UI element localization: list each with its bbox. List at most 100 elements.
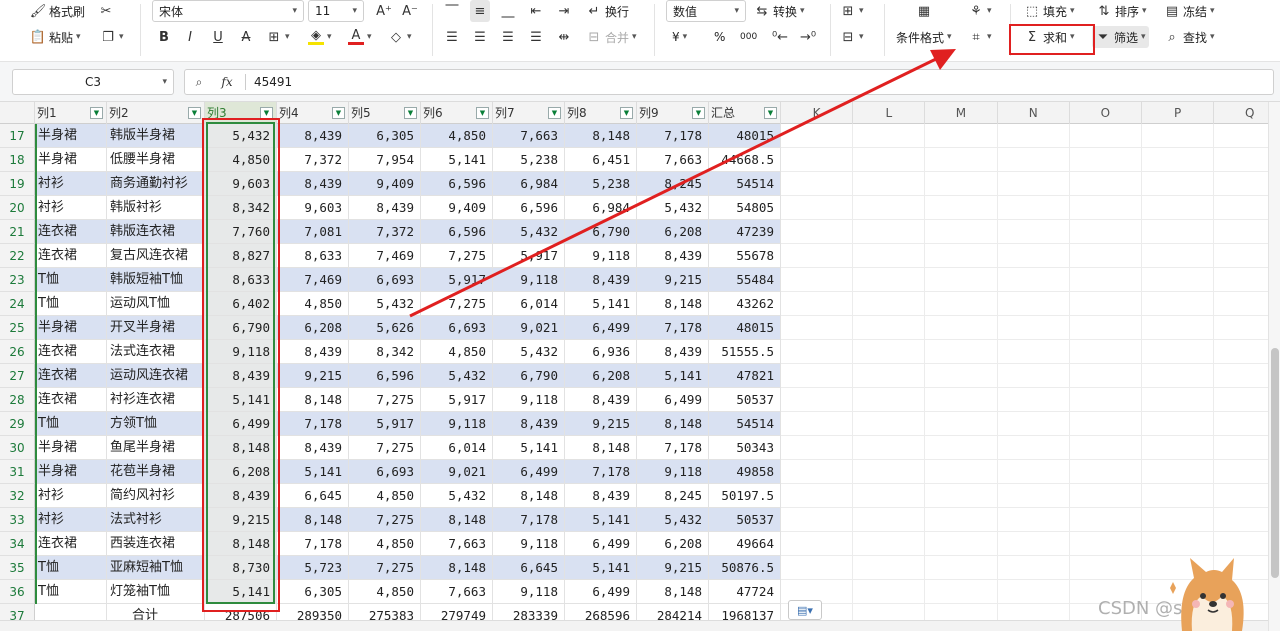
- empty-cell[interactable]: [1214, 388, 1268, 412]
- value-cell[interactable]: 8,148: [637, 292, 709, 316]
- empty-cell[interactable]: [1142, 412, 1215, 436]
- row-header[interactable]: 30: [0, 436, 35, 460]
- empty-cell[interactable]: [853, 244, 926, 268]
- column-letter-o[interactable]: O: [1070, 102, 1142, 124]
- value-cell[interactable]: 5,432: [349, 292, 421, 316]
- value-cell[interactable]: 5,432: [637, 196, 709, 220]
- empty-cell[interactable]: [1214, 460, 1268, 484]
- scroll-thumb[interactable]: [1271, 348, 1279, 578]
- value-cell[interactable]: 8,245: [637, 484, 709, 508]
- value-cell[interactable]: 4,850: [349, 580, 421, 604]
- empty-cell[interactable]: [853, 364, 926, 388]
- copy-button[interactable]: ❐ ▾: [100, 26, 123, 48]
- empty-cell[interactable]: [1069, 388, 1142, 412]
- empty-cell[interactable]: [1142, 460, 1215, 484]
- empty-cell[interactable]: [1214, 412, 1268, 436]
- product-cell[interactable]: 方领T恤: [107, 412, 205, 436]
- value-cell[interactable]: 6,596: [421, 172, 493, 196]
- category-cell[interactable]: 半身裙: [35, 148, 107, 172]
- empty-cell[interactable]: [1142, 484, 1215, 508]
- value-cell[interactable]: 5,141: [493, 436, 565, 460]
- filter-dropdown-icon[interactable]: ▼: [404, 107, 417, 119]
- value-cell[interactable]: 6,014: [493, 292, 565, 316]
- empty-cell[interactable]: [925, 340, 998, 364]
- empty-cell[interactable]: [997, 148, 1070, 172]
- value-cell[interactable]: 6,499: [637, 388, 709, 412]
- value-cell[interactable]: 5,432: [421, 364, 493, 388]
- column-letter-m[interactable]: M: [925, 102, 998, 124]
- increase-indent-button[interactable]: ⇥: [556, 0, 572, 22]
- total-cell[interactable]: 54514: [709, 172, 781, 196]
- empty-cell[interactable]: [853, 268, 926, 292]
- value-cell[interactable]: 8,439: [637, 340, 709, 364]
- product-cell[interactable]: 灯笼袖T恤: [107, 580, 205, 604]
- fill-button[interactable]: ⬚ 填充 ▾: [1024, 0, 1075, 22]
- value-cell[interactable]: 5,141: [565, 292, 637, 316]
- value-cell[interactable]: 7,663: [421, 580, 493, 604]
- empty-cell[interactable]: [1069, 220, 1142, 244]
- empty-cell[interactable]: [1214, 364, 1268, 388]
- column-header-10[interactable]: 汇总 ▼: [709, 102, 781, 124]
- filter-dropdown-icon[interactable]: ▼: [764, 107, 777, 119]
- empty-cell[interactable]: [853, 148, 926, 172]
- total-cell[interactable]: 54514: [709, 412, 781, 436]
- value-cell[interactable]: 7,469: [277, 268, 349, 292]
- total-cell[interactable]: 48015: [709, 124, 781, 148]
- value-cell[interactable]: 7,372: [349, 220, 421, 244]
- category-cell[interactable]: 连衣裙: [35, 340, 107, 364]
- empty-cell[interactable]: [781, 508, 854, 532]
- value-cell[interactable]: 6,790: [493, 364, 565, 388]
- value-cell[interactable]: 5,238: [565, 172, 637, 196]
- total-cell[interactable]: 49858: [709, 460, 781, 484]
- value-cell[interactable]: 6,014: [421, 436, 493, 460]
- empty-cell[interactable]: [1214, 196, 1268, 220]
- decrease-indent-button[interactable]: ⇤: [528, 0, 544, 22]
- empty-cell[interactable]: [853, 124, 926, 148]
- value-cell[interactable]: 5,141: [565, 556, 637, 580]
- value-cell[interactable]: 5,141: [421, 148, 493, 172]
- value-cell[interactable]: 9,409: [349, 172, 421, 196]
- value-cell[interactable]: 9,603: [277, 196, 349, 220]
- total-cell[interactable]: 49664: [709, 532, 781, 556]
- value-cell[interactable]: 6,790: [565, 220, 637, 244]
- product-cell[interactable]: 韩版半身裙: [107, 124, 205, 148]
- value-cell[interactable]: 4,850: [421, 340, 493, 364]
- value-cell[interactable]: 8,439: [565, 268, 637, 292]
- total-cell[interactable]: 47239: [709, 220, 781, 244]
- total-cell[interactable]: 47821: [709, 364, 781, 388]
- find-button[interactable]: ⌕ 查找 ▾: [1164, 26, 1214, 48]
- empty-cell[interactable]: [1069, 292, 1142, 316]
- column-header-5[interactable]: 列5 ▼: [349, 102, 421, 124]
- filter-dropdown-icon[interactable]: ▼: [188, 107, 201, 119]
- empty-cell[interactable]: [1214, 340, 1268, 364]
- value-cell[interactable]: 8,439: [349, 196, 421, 220]
- empty-cell[interactable]: [781, 244, 854, 268]
- column-header-2[interactable]: 列2 ▼: [107, 102, 205, 124]
- value-cell[interactable]: 6,984: [565, 196, 637, 220]
- align-bottom-button[interactable]: ⎽: [500, 0, 516, 22]
- product-cell[interactable]: 鱼尾半身裙: [107, 436, 205, 460]
- empty-cell[interactable]: [997, 220, 1070, 244]
- value-cell[interactable]: 7,275: [421, 244, 493, 268]
- value-cell[interactable]: 8,439: [565, 388, 637, 412]
- row-header[interactable]: 36: [0, 580, 35, 604]
- sort-button[interactable]: ⇅ 排序 ▾: [1096, 0, 1147, 22]
- value-cell[interactable]: 6,693: [421, 316, 493, 340]
- value-cell[interactable]: 8,148: [277, 508, 349, 532]
- empty-cell[interactable]: [1214, 148, 1268, 172]
- value-cell[interactable]: 7,275: [421, 292, 493, 316]
- value-cell[interactable]: 6,596: [421, 220, 493, 244]
- empty-cell[interactable]: [925, 412, 998, 436]
- empty-cell[interactable]: [925, 388, 998, 412]
- crop-button[interactable]: ⌗ ▾: [968, 26, 991, 48]
- increase-font-button[interactable]: A⁺: [376, 0, 392, 22]
- value-cell[interactable]: 8,439: [277, 436, 349, 460]
- total-cell[interactable]: 50537: [709, 508, 781, 532]
- convert-button[interactable]: ⇆ 转换 ▾: [754, 0, 805, 22]
- product-cell[interactable]: 韩版连衣裙: [107, 220, 205, 244]
- value-cell[interactable]: 9,409: [421, 196, 493, 220]
- value-cell[interactable]: 9,118: [493, 388, 565, 412]
- category-cell[interactable]: 连衣裙: [35, 244, 107, 268]
- value-cell[interactable]: 8,148: [565, 124, 637, 148]
- empty-cell[interactable]: [1069, 436, 1142, 460]
